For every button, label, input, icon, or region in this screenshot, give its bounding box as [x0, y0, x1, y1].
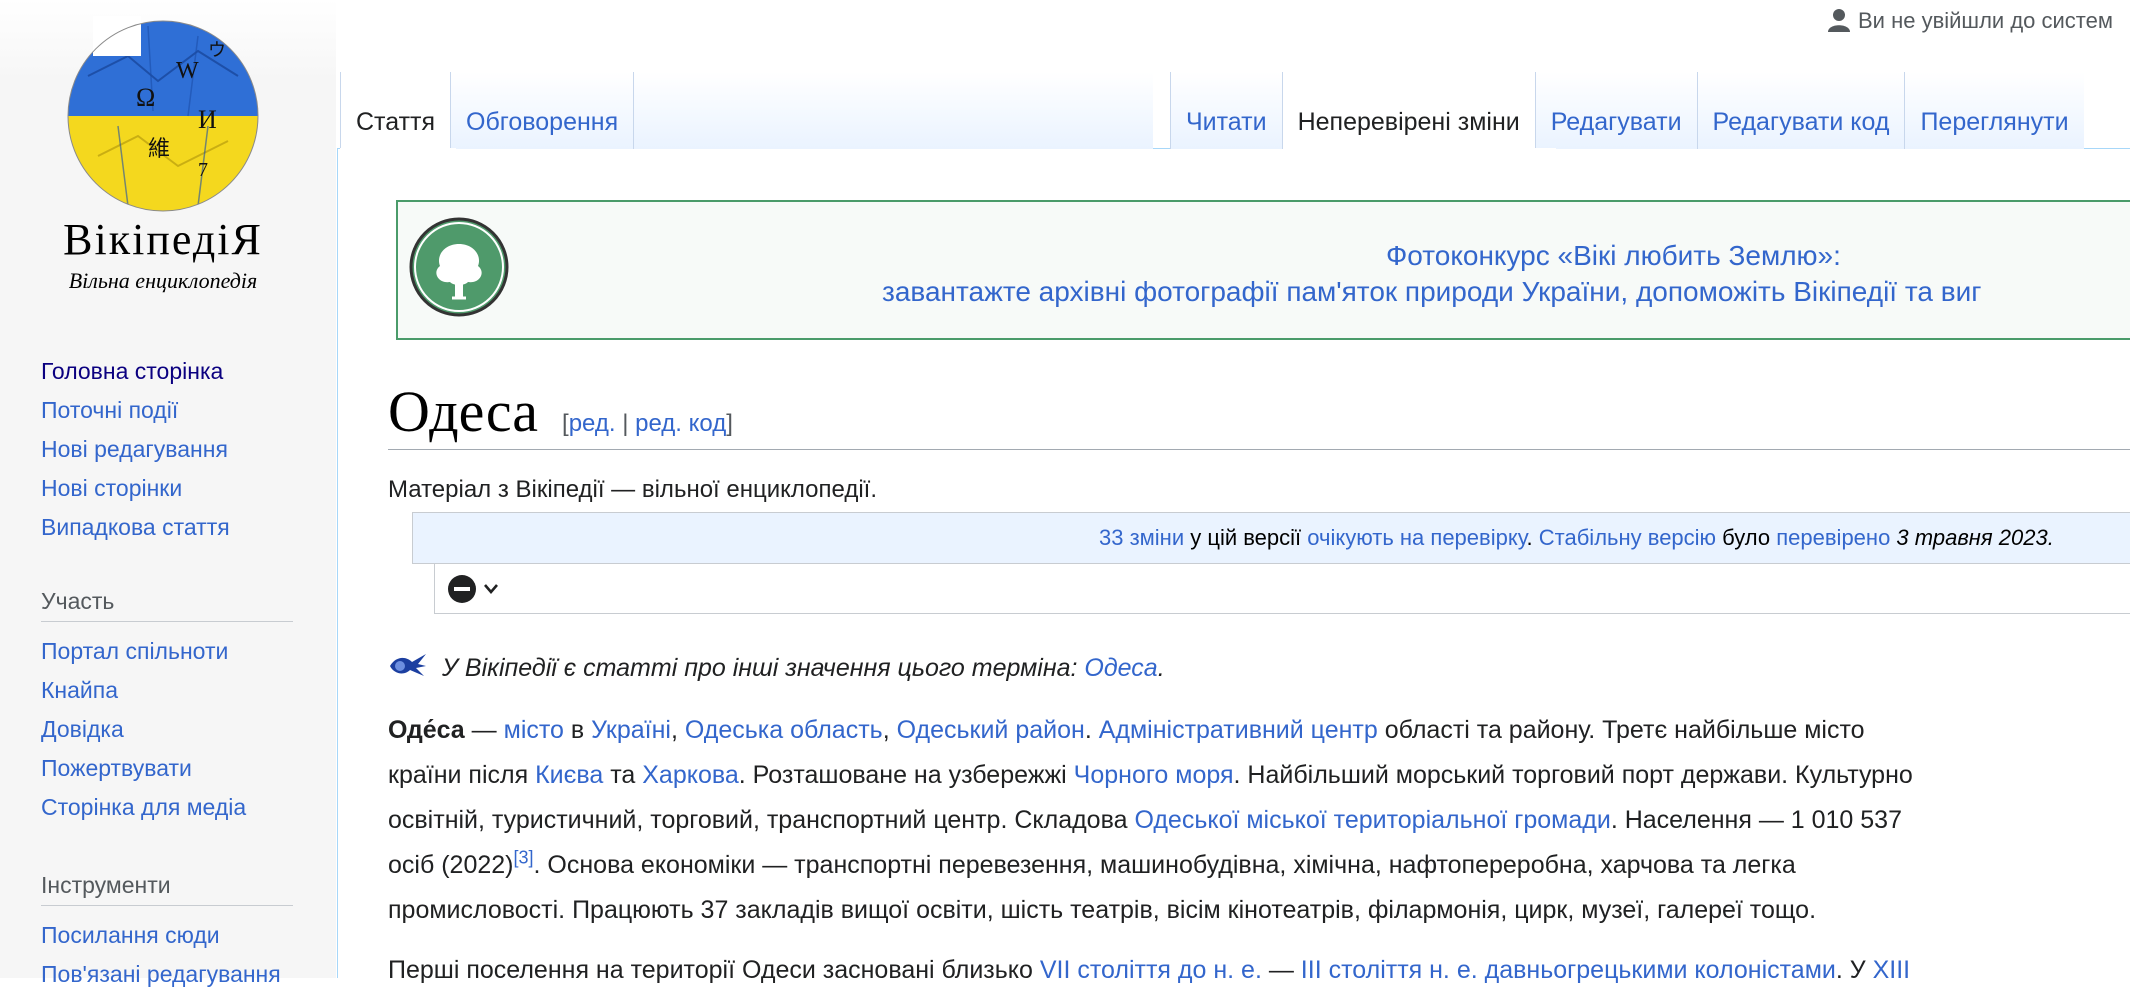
review-status-toggle[interactable]: [434, 564, 2130, 614]
reference-3[interactable]: [3]: [514, 848, 534, 868]
link-kyiv[interactable]: Києва: [535, 761, 603, 789]
intro-paragraph: Оде́са — місто в Україні, Одеська област…: [388, 708, 2130, 933]
svg-text:維: 維: [148, 136, 170, 161]
disambiguation-icon: [390, 654, 426, 676]
link-kharkiv[interactable]: Харкова: [642, 761, 739, 789]
tab-view-history[interactable]: Переглянути: [1904, 72, 2084, 149]
nav-main-page[interactable]: Головна сторінка: [41, 356, 301, 395]
wikipedia-globe-logo[interactable]: Ω W И 維 ウ 7: [58, 16, 268, 216]
pending-review-link[interactable]: очікують на перевірку: [1307, 525, 1526, 550]
nav-media-page[interactable]: Сторінка для медіа: [41, 792, 301, 831]
wikipedia-tagline: Вільна енциклопедія: [68, 268, 258, 293]
checked-link[interactable]: перевірено: [1776, 525, 1890, 550]
tab-talk[interactable]: Обговорення: [450, 72, 634, 149]
link-odesa-community[interactable]: Одеської міської територіальної громади: [1134, 806, 1610, 834]
site-subtitle: Матеріал з Вікіпедії — вільної енциклопе…: [388, 476, 878, 503]
nav-random-article[interactable]: Випадкова стаття: [41, 512, 301, 551]
nav-village-pump[interactable]: Кнайпа: [41, 675, 301, 714]
selected-tab-gap: [1292, 148, 1556, 150]
tab-pending-changes[interactable]: Неперевірені зміни: [1281, 72, 1535, 149]
user-icon: [1828, 9, 1850, 32]
article-subject: Оде́са: [388, 716, 465, 744]
history-paragraph: Перші поселення на території Одеси засно…: [388, 956, 1911, 984]
nav-current-events[interactable]: Поточні події: [41, 395, 301, 434]
participation-heading: Участь: [41, 588, 293, 622]
svg-text:7: 7: [198, 159, 208, 181]
nav-help[interactable]: Довідка: [41, 714, 301, 753]
pending-changes-notice: 33 зміни у цій версії очікують на переві…: [412, 512, 2130, 564]
banner-title-link[interactable]: Фотоконкурс «Вікі любить Землю»:: [1386, 240, 1841, 272]
link-odesa-oblast[interactable]: Одеська область: [685, 716, 883, 744]
svg-text:W: W: [176, 58, 199, 84]
link-administrative-center[interactable]: Адміністративний центр: [1099, 716, 1378, 744]
review-status-dropdown[interactable]: [447, 574, 499, 604]
page-title: Одеса: [388, 379, 539, 444]
link-3rd-century-ad[interactable]: III століття н. е.: [1301, 956, 1478, 984]
not-logged-in-text: Ви не увійшли до систем: [1858, 8, 2113, 33]
svg-text:ウ: ウ: [208, 40, 226, 60]
nav-recent-changes[interactable]: Нові редагування: [41, 434, 301, 473]
tab-article[interactable]: Стаття: [340, 72, 451, 149]
stable-version-link[interactable]: Стабільну версію: [1539, 525, 1716, 550]
chevron-down-icon: [484, 584, 498, 594]
link-7th-century-bc[interactable]: VII століття до н. е.: [1040, 956, 1262, 984]
nav-donate[interactable]: Пожертвувати: [41, 753, 301, 792]
tab-read[interactable]: Читати: [1170, 72, 1282, 149]
paragraph-line: країни після Києва та Харкова. Розташова…: [388, 761, 1913, 789]
changes-count-link[interactable]: 33 зміни: [1099, 525, 1184, 550]
svg-text:И: И: [198, 105, 217, 134]
selected-tab-gap: [340, 148, 456, 150]
wikipedia-wordmark[interactable]: ВікіпедіЯ: [0, 214, 326, 265]
link-black-sea[interactable]: Чорного моря: [1074, 761, 1234, 789]
namespace-tabs: Стаття Обговорення: [340, 72, 1154, 149]
tree-icon: [409, 217, 509, 317]
banner-description-link[interactable]: завантажте архівні фотографії пам'яток п…: [882, 276, 1981, 308]
link-ukraine[interactable]: Україні: [591, 716, 671, 744]
link-odesa-raion[interactable]: Одеський район: [897, 716, 1085, 744]
link-city[interactable]: місто: [504, 716, 564, 744]
sitenotice-banner: Фотоконкурс «Вікі любить Землю»: заванта…: [396, 200, 2130, 340]
paragraph-line: осіб (2022)[3]. Основа економіки — транс…: [388, 847, 1796, 879]
tools-heading: Інструменти: [41, 872, 293, 906]
edit-source-link[interactable]: ред. код: [635, 410, 726, 437]
hatnote-link[interactable]: Одеса: [1084, 654, 1157, 682]
tab-edit-source[interactable]: Редагувати код: [1696, 72, 1905, 149]
tools-navigation: Посилання сюди Пов'язані редагування: [41, 920, 301, 998]
nav-new-pages[interactable]: Нові сторінки: [41, 473, 301, 512]
tab-spacer: [633, 72, 1154, 149]
edit-section-links: [ред. | ред. код]: [562, 410, 733, 437]
tab-edit[interactable]: Редагувати: [1534, 72, 1697, 149]
link-greek-colonists[interactable]: давньогрецькими колоністами: [1485, 956, 1836, 984]
disambiguation-hatnote: У Вікіпедії є статті про інші значення ц…: [388, 652, 1165, 683]
paragraph-line: промисловості. Працюють 37 закладів вищо…: [388, 896, 1817, 924]
paragraph-line: освітній, туристичний, торговий, транспо…: [388, 806, 1902, 834]
first-heading: Одеса [ред. | ред. код]: [388, 378, 2130, 450]
edit-link[interactable]: ред.: [569, 410, 616, 437]
personal-tools: Ви не увійшли до систем: [1828, 8, 2113, 34]
main-navigation: Головна сторінка Поточні події Нові реда…: [41, 356, 301, 551]
link-13th-century[interactable]: XIII: [1873, 956, 1911, 984]
nav-what-links-here[interactable]: Посилання сюди: [41, 920, 301, 959]
sidebar: Ω W И 維 ウ 7 ВікіпедіЯ Вільна енциклопеді…: [0, 0, 336, 987]
nav-community-portal[interactable]: Портал спільноти: [41, 636, 301, 675]
participation-navigation: Портал спільноти Кнайпа Довідка Пожертву…: [41, 636, 301, 831]
omega-glyph: Ω: [136, 83, 155, 112]
paragraph-line: Оде́са — місто в Україні, Одеська област…: [388, 716, 1865, 744]
view-tabs: Читати Неперевірені зміни Редагувати Ред…: [1170, 72, 2084, 149]
nav-related-changes[interactable]: Пов'язані редагування: [41, 959, 301, 998]
